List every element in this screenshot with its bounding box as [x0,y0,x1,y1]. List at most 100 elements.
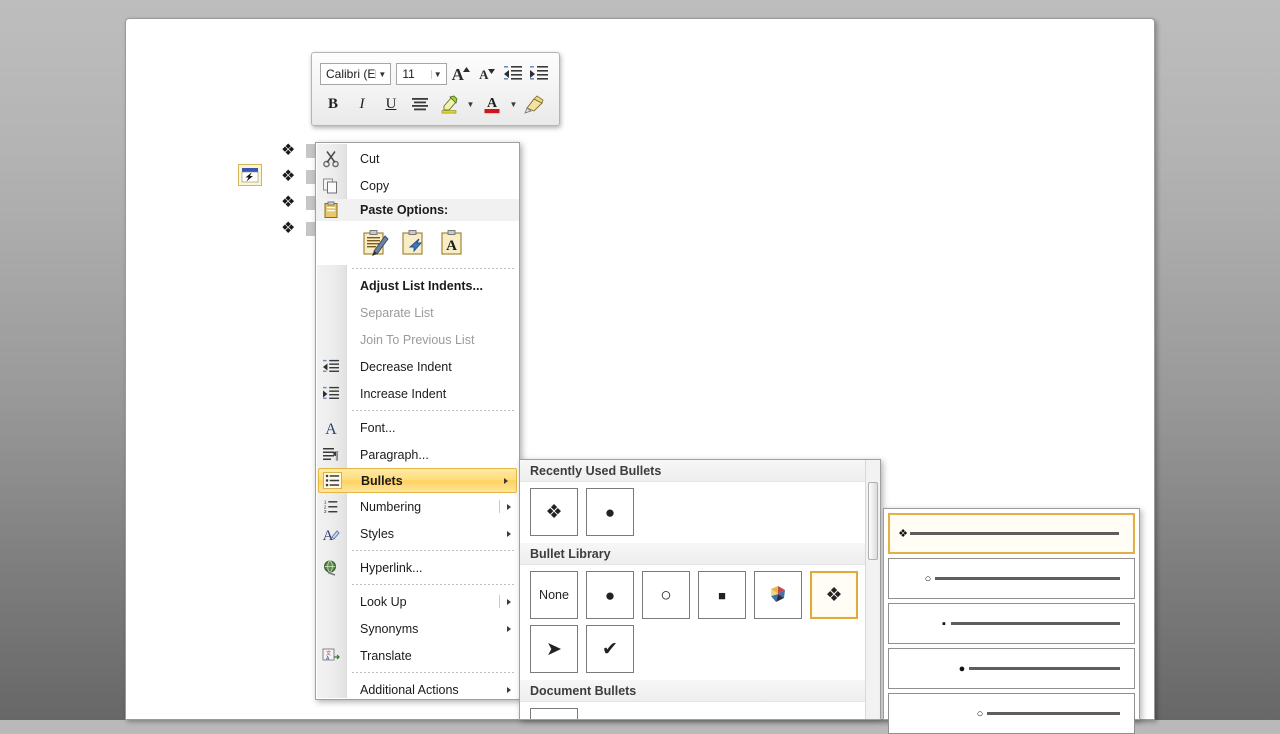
translate-icon: 文 A [320,645,342,667]
submenu-arrow-icon [507,625,511,632]
menu-item-look-up[interactable]: Look Up [316,588,519,615]
bullet-option-check-mark[interactable]: ✔ [586,625,634,673]
menu-item-bullets[interactable]: Bullets [318,468,517,493]
format-painter-button[interactable] [522,91,548,117]
paragraph-icon: ¶ [320,444,342,466]
bullet-label: None [539,588,569,602]
bullets-icon [321,470,343,492]
styles-icon: A [320,523,342,545]
menu-item-translate[interactable]: 文 A Translate [316,642,519,669]
copy-icon [320,175,342,197]
underline-label: U [385,95,397,112]
bullet-option-none[interactable]: None [530,571,578,619]
menu-divider [352,407,515,414]
font-color-button[interactable]: A [479,91,505,117]
highlight-chevron-down-icon[interactable]: ▼ [465,91,476,117]
menu-item-increase-indent[interactable]: Increase Indent [316,380,519,407]
svg-text:A: A [446,238,457,254]
split-divider [499,500,500,513]
list-level-item[interactable]: ○ [888,558,1135,599]
center-align-button[interactable] [407,91,433,117]
level-bullet-glyph: ❖ [898,528,908,540]
level-text-line [969,667,1120,670]
chevron-down-icon[interactable]: ▼ [430,69,444,79]
clipboard-icon [320,199,342,221]
document-text [306,196,315,210]
menu-item-numbering[interactable]: 1 2 3 Numbering [316,493,519,520]
chevron-down-icon[interactable]: ▼ [375,69,388,79]
underline-button[interactable]: U [378,91,404,117]
paintbrush-icon [524,95,544,114]
bullet-option-recent-diamond-cluster[interactable]: ❖ [530,488,578,536]
menu-item-font[interactable]: A Font... [316,414,519,441]
split-divider [499,595,500,608]
text-highlight-button[interactable] [436,91,462,117]
bullet-option-document-bullet-1[interactable] [530,708,578,719]
decrease-indent-icon [503,66,522,80]
list-level-item[interactable]: ❖ [888,513,1135,554]
bullet-option-recent-filled-circle[interactable]: ● [586,488,634,536]
menu-divider [352,265,515,272]
gallery-section-header: Document Bullets [520,680,880,702]
font-name-combo[interactable]: Calibri (E ▼ [320,63,392,85]
font-color-icon: A [484,96,500,114]
shrink-font-button[interactable]: A [475,61,499,87]
autocorrect-options-icon[interactable] [238,164,262,186]
list-level-item[interactable]: ● [888,648,1135,689]
paste-options-label: Paste Options: [360,203,449,217]
submenu-arrow-icon [507,530,511,537]
menu-divider [352,581,515,588]
paste-keep-source-icon[interactable] [360,228,390,258]
menu-item-label: Bullets [361,473,403,488]
globe-link-icon [320,557,342,579]
menu-divider [352,547,515,554]
menu-item-copy[interactable]: Copy [316,172,519,199]
menu-item-adjust-list-indents[interactable]: Adjust List Indents... [316,272,519,299]
menu-item-hyperlink[interactable]: Hyperlink... [316,554,519,581]
document-bullet: ❖ [281,220,296,237]
bullet-option-filled-circle[interactable]: ● [586,571,634,619]
bullet-option-arrow-head[interactable]: ➤ [530,625,578,673]
bold-button[interactable]: B [320,91,346,117]
font-color-chevron-down-icon[interactable]: ▼ [508,91,519,117]
level-text-line [951,622,1120,625]
gallery-row: ❖ ● [520,482,880,536]
grow-font-button[interactable]: A [449,61,473,87]
bullet-option-four-color-fan[interactable] [754,571,802,619]
bullets-gallery-flyout: Recently Used Bullets ❖ ● Bullet Library… [519,459,881,720]
menu-item-styles[interactable]: A Styles [316,520,519,547]
level-text-line [910,532,1119,535]
decrease-indent-button[interactable] [501,61,525,87]
font-size-combo[interactable]: 11 ▼ [396,63,447,85]
gallery-scrollbar-thumb[interactable] [868,482,878,560]
paste-text-only-icon[interactable]: A [438,228,468,258]
paste-options-header: Paste Options: [316,199,519,221]
menu-item-label: Separate List [360,305,434,320]
gallery-scrollbar[interactable] [865,460,880,719]
document-bullet: ❖ [281,142,296,159]
bullet-option-diamond-cluster[interactable]: ❖ [810,571,858,619]
list-level-item[interactable]: ○ [888,693,1135,734]
document-text [306,222,315,236]
level-text-line [935,577,1120,580]
italic-button[interactable]: I [349,91,375,117]
bold-label: B [327,95,338,112]
menu-item-synonyms[interactable]: Synonyms [316,615,519,642]
menu-item-label: Synonyms [360,621,419,636]
bullet-glyph: ❖ [825,584,843,606]
increase-indent-button[interactable] [527,61,551,87]
menu-item-cut[interactable]: Cut [316,145,519,172]
paste-merge-icon[interactable] [399,228,429,258]
menu-item-decrease-indent[interactable]: Decrease Indent [316,353,519,380]
gallery-row: None ● ○ ■ ❖ [520,565,880,619]
scissors-icon [320,148,342,170]
menu-item-paragraph[interactable]: ¶ Paragraph... [316,441,519,468]
menu-item-additional-actions[interactable]: Additional Actions [316,676,519,703]
four-color-fan-icon [767,583,789,608]
bullet-option-filled-square[interactable]: ■ [698,571,746,619]
submenu-arrow-icon [507,503,511,510]
svg-text:A: A [323,528,334,543]
bullet-option-hollow-circle[interactable]: ○ [642,571,690,619]
list-level-item[interactable]: ▪ [888,603,1135,644]
highlighter-icon [441,95,458,114]
